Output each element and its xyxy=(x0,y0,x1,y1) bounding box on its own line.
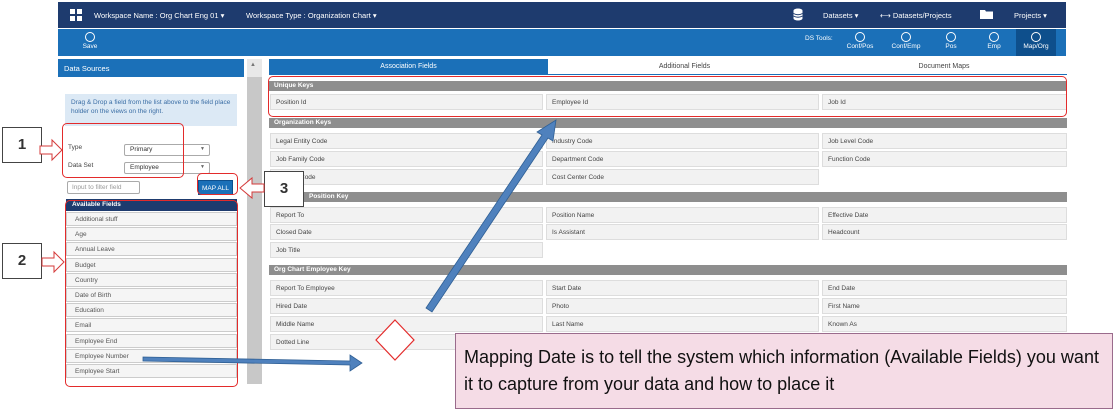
drag-arrow-up xyxy=(425,119,557,313)
drop-target-diamond xyxy=(375,319,415,361)
callout-arrow-1 xyxy=(39,138,63,162)
explanation-callout: Mapping Date is to tell the system which… xyxy=(455,333,1113,409)
callout-arrow-2 xyxy=(41,250,65,274)
drag-arrow-right xyxy=(142,354,363,372)
callout-arrow-3 xyxy=(239,176,265,200)
